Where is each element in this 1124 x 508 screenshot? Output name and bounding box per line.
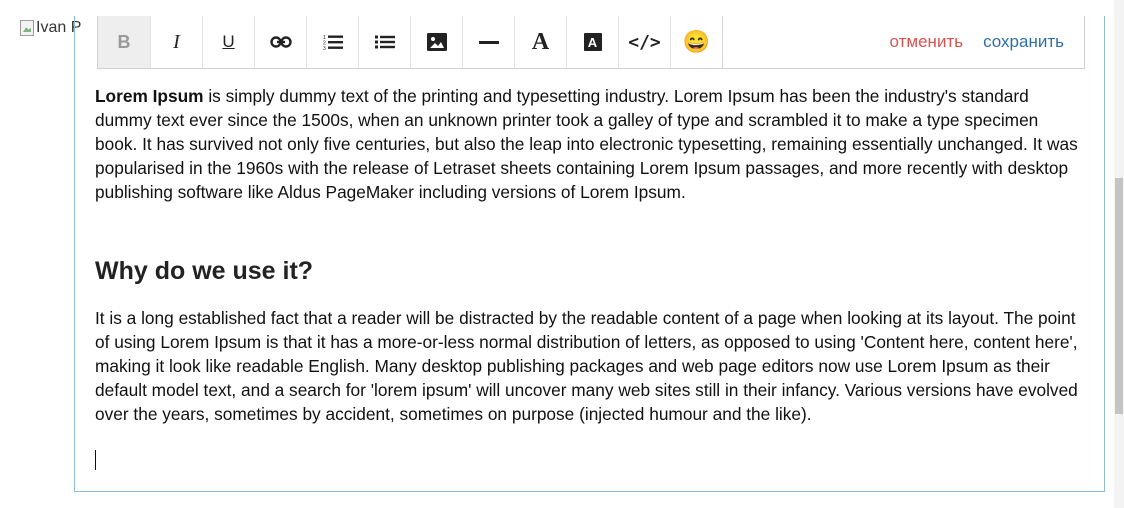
- rich-text-editor: B I U 1 2 3 A A </> 😄 отменить сохранить…: [74, 16, 1105, 492]
- paragraph-1-text: is simply dummy text of the printing and…: [95, 86, 1078, 202]
- link-icon: [269, 36, 292, 48]
- cancel-button[interactable]: отменить: [890, 32, 964, 52]
- bullet-list-icon: [374, 35, 395, 49]
- emoji-button[interactable]: 😄: [671, 16, 723, 68]
- paragraph-2: It is a long established fact that a rea…: [95, 308, 1078, 424]
- section-heading: Why do we use it?: [95, 257, 314, 285]
- italic-button[interactable]: I: [151, 16, 203, 68]
- highlight-icon: A: [583, 33, 602, 51]
- emoji-icon: 😄: [682, 29, 711, 54]
- italic-icon: I: [173, 30, 180, 53]
- horizontal-rule-button[interactable]: [463, 16, 515, 68]
- scrollbar-thumb[interactable]: [1115, 178, 1123, 414]
- save-button[interactable]: сохранить: [983, 32, 1064, 52]
- ordered-list-button[interactable]: 1 2 3: [307, 16, 359, 68]
- bold-button[interactable]: B: [98, 16, 151, 68]
- image-icon: [426, 33, 447, 51]
- paragraph-1: Lorem Ipsum is simply dummy text of the …: [95, 84, 1085, 204]
- bullet-list-button[interactable]: [359, 16, 411, 68]
- text-cursor: [95, 450, 96, 470]
- broken-image-icon: [20, 20, 34, 36]
- page-scrollbar[interactable]: [1114, 0, 1124, 508]
- font-color-icon: A: [531, 28, 550, 55]
- paragraph-1-bold: Lorem Ipsum: [95, 86, 204, 106]
- toolbar-actions: отменить сохранить: [890, 16, 1084, 68]
- ordered-list-icon: 1 2 3: [323, 35, 343, 50]
- code-button[interactable]: </>: [619, 16, 671, 68]
- bold-icon: B: [117, 31, 131, 52]
- insert-image-button[interactable]: [411, 16, 463, 68]
- font-color-button[interactable]: A: [515, 16, 567, 68]
- code-icon: </>: [628, 31, 661, 53]
- horizontal-rule-icon: [478, 40, 499, 44]
- editor-toolbar: B I U 1 2 3 A A </> 😄 отменить сохранить: [97, 16, 1085, 69]
- link-button[interactable]: [255, 16, 307, 68]
- svg-text:3: 3: [323, 46, 326, 50]
- highlight-button[interactable]: A: [567, 16, 619, 68]
- underline-icon: U: [222, 32, 235, 51]
- underline-button[interactable]: U: [203, 16, 255, 68]
